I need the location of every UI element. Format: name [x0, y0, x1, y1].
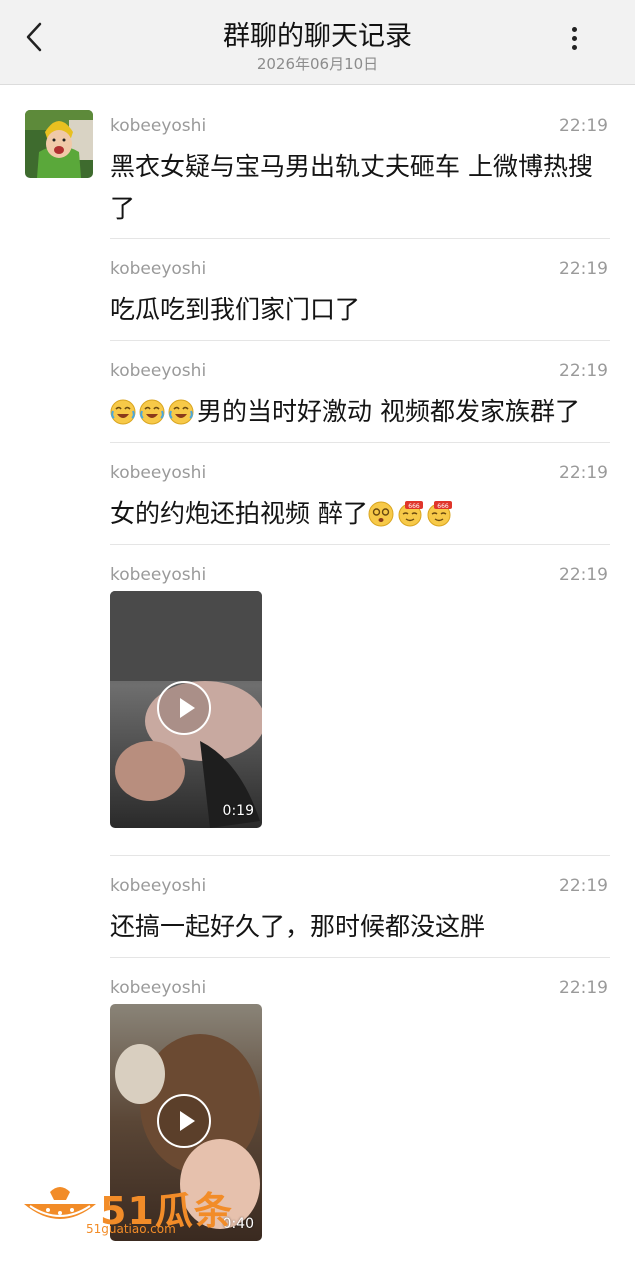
header-bar: 群聊的聊天记录 2026年06月10日 — [0, 0, 635, 85]
666-emoji: 666 — [398, 501, 423, 527]
divider — [110, 340, 610, 341]
sender-name: kobeeyoshi — [110, 565, 207, 585]
laughing-crying-emoji — [110, 399, 136, 425]
sender-name: kobeeyoshi — [110, 978, 207, 998]
video-message[interactable]: 0:19 — [110, 591, 262, 828]
message-time: 22:19 — [559, 361, 608, 381]
message-text: 男的当时好激动 视频都发家族群了 — [110, 391, 610, 433]
sender-name: kobeeyoshi — [110, 259, 207, 279]
divider — [110, 957, 610, 958]
watermark-logo: 51瓜条 51guatiao.com — [20, 1180, 240, 1240]
laughing-crying-emoji — [168, 399, 194, 425]
divider — [110, 238, 610, 239]
message-time: 22:19 — [559, 116, 608, 136]
play-icon[interactable] — [157, 1094, 211, 1148]
message-time: 22:19 — [559, 259, 608, 279]
avatar[interactable] — [25, 110, 93, 178]
message-text: 还搞一起好久了，那时候都没这胖 — [110, 912, 486, 941]
divider — [110, 442, 610, 443]
divider — [110, 855, 610, 856]
laughing-crying-emoji — [139, 399, 165, 425]
video-duration: 0:19 — [222, 803, 254, 819]
message-text: 黑衣女疑与宝马男出轨丈夫砸车 上微博热搜了 — [110, 152, 593, 223]
666-emoji: 666 — [427, 501, 452, 527]
sender-name: kobeeyoshi — [110, 876, 207, 896]
watermark-subtext: 51guatiao.com — [86, 1222, 176, 1236]
message-time: 22:19 — [559, 876, 608, 896]
sender-name: kobeeyoshi — [110, 116, 207, 136]
dizzy-face-emoji — [368, 501, 394, 527]
svg-text:666: 666 — [437, 503, 449, 510]
message-text: 吃瓜吃到我们家门口了 — [110, 295, 361, 324]
message-time: 22:19 — [559, 463, 608, 483]
chat-date: 2026年06月10日 — [256, 55, 379, 73]
message-time: 22:19 — [559, 565, 608, 585]
sender-name: kobeeyoshi — [110, 361, 207, 381]
vertical-ellipsis-icon — [571, 27, 577, 32]
message-time: 22:19 — [559, 978, 608, 998]
divider — [110, 544, 610, 545]
page-title: 群聊的聊天记录 — [223, 21, 412, 52]
svg-text:666: 666 — [408, 503, 420, 510]
play-icon[interactable] — [157, 681, 211, 735]
more-button[interactable] — [560, 24, 588, 56]
sender-name: kobeeyoshi — [110, 463, 207, 483]
message-text: 女的约炮还拍视频 醉了 666 666 — [110, 493, 610, 535]
